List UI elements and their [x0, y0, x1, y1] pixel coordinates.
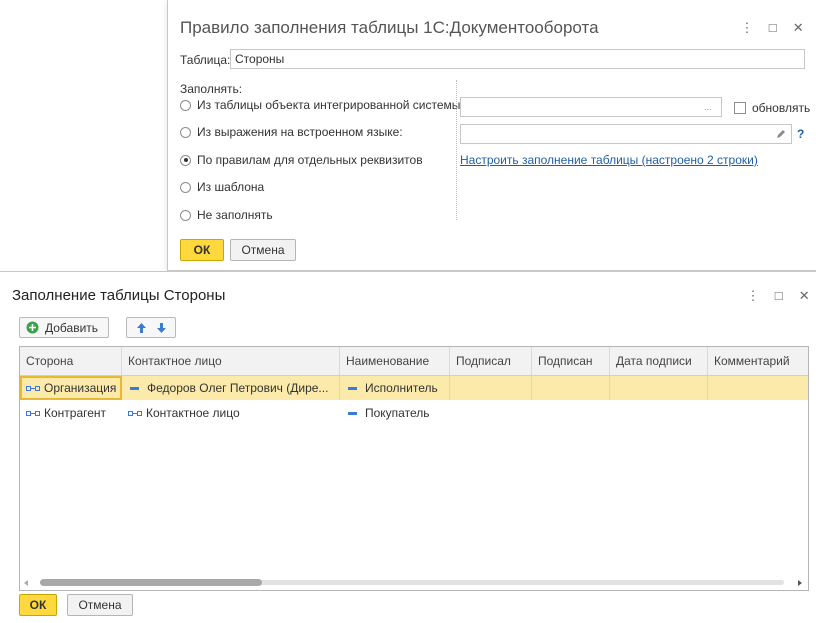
option-integrated-table[interactable]: Из таблицы объекта интегрированной систе…: [180, 98, 464, 112]
column-header[interactable]: Контактное лицо: [122, 347, 340, 375]
ok-button[interactable]: ОК: [19, 594, 57, 616]
maximize-icon[interactable]: □: [768, 288, 790, 303]
reference-link-icon: [128, 411, 142, 417]
table-label: Таблица:: [180, 53, 231, 67]
setup-fill-link[interactable]: Настроить заполнение таблицы (настроено …: [460, 153, 758, 167]
cell-signed-by[interactable]: [450, 376, 532, 400]
radio-per-attribute[interactable]: [180, 154, 191, 166]
refresh-checkbox[interactable]: [734, 102, 746, 114]
radio-integrated-table[interactable]: [180, 99, 191, 111]
refresh-label: обновлять: [752, 101, 811, 115]
add-button[interactable]: Добавить: [19, 317, 109, 338]
select-button[interactable]: ...: [704, 102, 712, 112]
option-expression[interactable]: Из выражения на встроенном языке:: [180, 125, 403, 139]
add-plus-icon: [26, 321, 39, 334]
reference-link-icon: [26, 386, 40, 392]
close-icon[interactable]: ✕: [793, 288, 815, 304]
help-icon[interactable]: ?: [797, 127, 804, 141]
move-buttons: [126, 317, 176, 338]
cell-text: Исполнитель: [365, 381, 438, 395]
option-per-attribute[interactable]: По правилам для отдельных реквизитов: [180, 153, 423, 167]
cell-text: Контрагент: [44, 406, 107, 420]
cell-text: Федоров Олег Петрович (Дире...: [147, 381, 329, 395]
column-header[interactable]: Подписан: [532, 347, 610, 375]
column-header[interactable]: Подписал: [450, 347, 532, 375]
cell-name[interactable]: Покупатель: [340, 401, 450, 425]
scroll-left-arrow-icon[interactable]: [24, 580, 29, 586]
cell-side[interactable]: Контрагент: [20, 401, 122, 425]
column-header[interactable]: Дата подписи: [610, 347, 708, 375]
option-label: По правилам для отдельных реквизитов: [197, 153, 423, 167]
table-field[interactable]: Стороны: [230, 49, 805, 69]
scroll-right-arrow-icon[interactable]: [797, 580, 802, 586]
cancel-button[interactable]: Отмена: [230, 239, 296, 261]
cell-text: Покупатель: [365, 406, 430, 420]
option-label: Из шаблона: [197, 180, 265, 194]
edit-pencil-icon[interactable]: [775, 128, 787, 140]
form-title: Заполнение таблицы Стороны: [12, 287, 226, 304]
column-header[interactable]: Наименование: [340, 347, 450, 375]
value-dash-icon: [130, 387, 139, 391]
cell-contact[interactable]: Федоров Олег Петрович (Дире...: [122, 376, 340, 400]
table-row[interactable]: Организация Федоров Олег Петрович (Дире.…: [20, 376, 808, 400]
table-row[interactable]: Контрагент Контактное лицо Покупатель: [20, 401, 808, 425]
column-header[interactable]: Комментарий: [708, 347, 808, 375]
cell-signed[interactable]: [532, 401, 610, 425]
cell-signed[interactable]: [532, 376, 610, 400]
column-separator: [456, 80, 457, 220]
cell-text: Организация: [44, 381, 117, 395]
move-up-arrow-icon[interactable]: [136, 322, 147, 334]
cell-contact[interactable]: Контактное лицо: [122, 401, 340, 425]
sides-table: Сторона Контактное лицо Наименование Под…: [19, 346, 809, 591]
cell-comment[interactable]: [708, 376, 808, 400]
window-controls: ⋮ □ ✕: [742, 288, 815, 304]
scroll-thumb[interactable]: [40, 579, 262, 586]
maximize-icon[interactable]: □: [762, 20, 784, 35]
option-label: Из выражения на встроенном языке:: [197, 125, 403, 139]
refresh-checkbox-row[interactable]: обновлять: [734, 101, 810, 115]
move-down-arrow-icon[interactable]: [156, 322, 167, 334]
cancel-button[interactable]: Отмена: [67, 594, 133, 616]
radio-template[interactable]: [180, 181, 191, 193]
cell-sign-date[interactable]: [610, 376, 708, 400]
dialog-title: Правило заполнения таблицы 1С:Документоо…: [180, 18, 599, 37]
cell-side[interactable]: Организация: [20, 376, 122, 400]
add-label: Добавить: [45, 320, 99, 335]
table-header: Сторона Контактное лицо Наименование Под…: [20, 347, 808, 376]
expression-field[interactable]: [460, 124, 792, 144]
column-header[interactable]: Сторона: [20, 347, 122, 375]
cell-sign-date[interactable]: [610, 401, 708, 425]
option-do-not-fill[interactable]: Не заполнять: [180, 208, 273, 222]
cell-comment[interactable]: [708, 401, 808, 425]
fill-table-form: Заполнение таблицы Стороны ⋮ □ ✕ Добавит…: [0, 271, 816, 623]
more-menu-icon[interactable]: ⋮: [742, 288, 764, 304]
source-table-field[interactable]: [460, 97, 722, 117]
option-label: Из таблицы объекта интегрированной систе…: [197, 98, 464, 112]
window-controls: ⋮ □ ✕: [736, 20, 809, 36]
cell-signed-by[interactable]: [450, 401, 532, 425]
option-label: Не заполнять: [197, 208, 273, 222]
cell-text: Контактное лицо: [146, 406, 240, 420]
radio-expression[interactable]: [180, 126, 191, 138]
close-icon[interactable]: ✕: [787, 20, 809, 36]
value-dash-icon: [348, 412, 357, 416]
horizontal-scrollbar[interactable]: [20, 576, 808, 590]
fill-label: Заполнять:: [180, 82, 243, 96]
cell-name[interactable]: Исполнитель: [340, 376, 450, 400]
radio-do-not-fill[interactable]: [180, 209, 191, 221]
fill-rule-dialog: Правило заполнения таблицы 1С:Документоо…: [167, 0, 816, 271]
value-dash-icon: [348, 387, 357, 391]
more-menu-icon[interactable]: ⋮: [736, 20, 758, 36]
ok-button[interactable]: ОК: [180, 239, 224, 261]
option-template[interactable]: Из шаблона: [180, 180, 264, 194]
reference-link-icon: [26, 411, 40, 417]
